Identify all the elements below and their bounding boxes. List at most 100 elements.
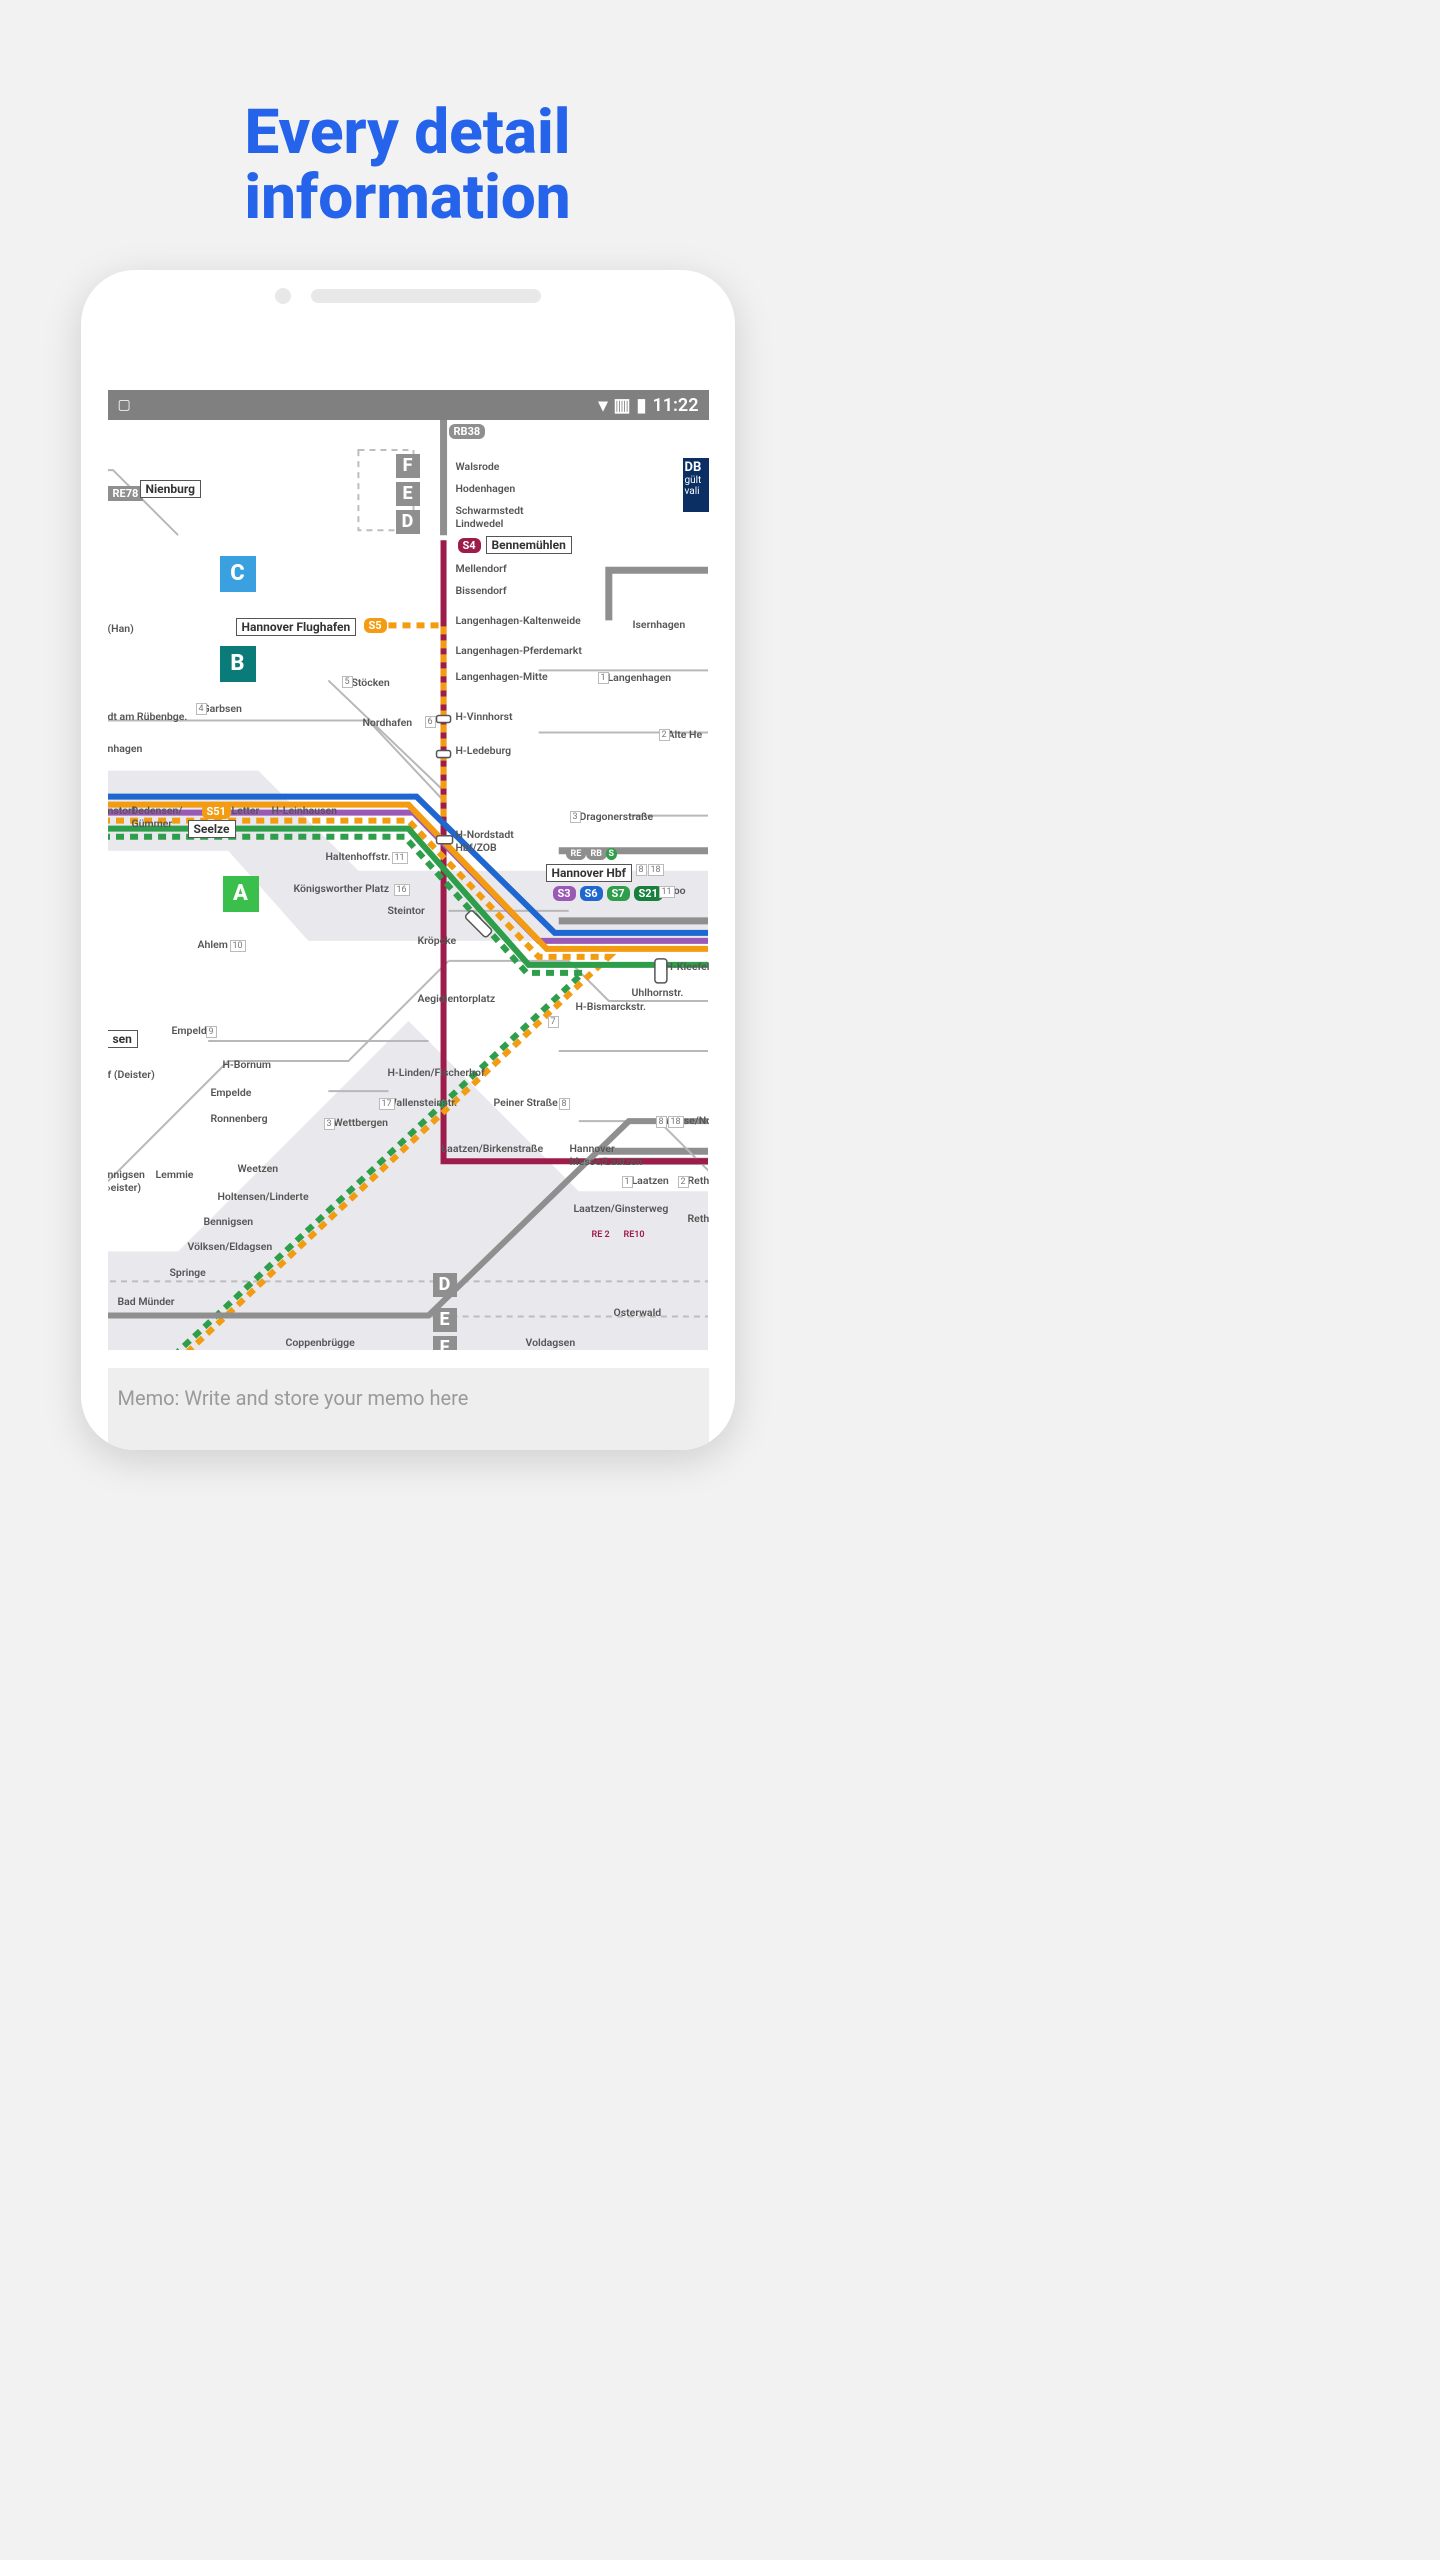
zone-d-top: D	[396, 510, 420, 534]
station-nienburg[interactable]: Nienburg	[140, 480, 201, 498]
phone-camera-dot	[275, 288, 291, 304]
st-fdeister[interactable]: f (Deister)	[108, 1068, 155, 1081]
st-wettbergen[interactable]: Wettbergen	[334, 1116, 389, 1129]
st-rethen2[interactable]: Rethe	[688, 1212, 709, 1225]
station-bennemuehlen[interactable]: Bennemühlen	[486, 536, 572, 554]
tram-4: 4	[196, 703, 207, 715]
zone-f-top: F	[396, 454, 420, 478]
tram-16: 16	[394, 884, 410, 896]
st-peiner[interactable]: Peiner Straße	[494, 1096, 558, 1109]
st-dragoner[interactable]: Dragonerstraße	[580, 810, 654, 823]
st-lm[interactable]: Langenhagen-Mitte	[456, 670, 548, 683]
st-bissendorf[interactable]: Bissendorf	[456, 584, 507, 597]
station-seelze[interactable]: Seelze	[188, 820, 236, 838]
phone-mockup: ▢ ▾ ▥ ▮ 11:22	[81, 270, 735, 1450]
station-hannover-flughafen[interactable]: Hannover Flughafen	[236, 618, 357, 636]
st-kroepcke[interactable]: Kröpcke	[418, 934, 457, 947]
tram-3b: 3	[570, 811, 581, 823]
st-lp[interactable]: Langenhagen-Pferdemarkt	[456, 644, 582, 657]
st-nhagen[interactable]: nhagen	[108, 742, 143, 755]
st-coppenbruegge[interactable]: Coppenbrügge	[286, 1336, 355, 1349]
st-garbsen[interactable]: Garbsen	[203, 702, 242, 715]
badge-re2: RE 2	[592, 1230, 610, 1240]
st-vinnhorst[interactable]: H-Vinnhorst	[456, 710, 513, 723]
transit-map[interactable]: RB38 RE78 DB gült vali F E D C B A D E F…	[108, 420, 709, 1350]
android-status-bar: ▢ ▾ ▥ ▮ 11:22	[108, 390, 709, 420]
station-hannover-hbf[interactable]: Hannover Hbf	[546, 864, 632, 882]
headline-line-1: Every detail	[0, 100, 815, 165]
st-lk[interactable]: Langenhagen-Kaltenweide	[456, 614, 581, 627]
st-stoecken[interactable]: Stöcken	[352, 676, 390, 689]
st-voelksen[interactable]: Völksen/Eldagsen	[188, 1240, 273, 1253]
station-sen[interactable]: sen	[108, 1030, 138, 1048]
st-hbornum[interactable]: H-Bornum	[223, 1058, 272, 1071]
status-right: ▾ ▥ ▮ 11:22	[598, 395, 698, 416]
st-weetzen[interactable]: Weetzen	[238, 1162, 279, 1175]
badge-re78: RE78	[108, 486, 144, 501]
tram-18b: 18	[668, 1116, 684, 1128]
st-lemmie[interactable]: Lemmie	[156, 1168, 194, 1181]
st-haltenhoff[interactable]: Haltenhoffstr.	[326, 850, 391, 863]
headline-line-2: information	[0, 165, 815, 230]
st-ledeburg[interactable]: H-Ledeburg	[456, 744, 512, 757]
st-mellendorf[interactable]: Mellendorf	[456, 562, 507, 575]
st-altehe[interactable]: Alte He	[668, 728, 703, 741]
st-steintor[interactable]: Steintor	[388, 904, 425, 917]
st-rethen1[interactable]: Reth	[688, 1174, 709, 1187]
st-dedensen[interactable]: Dedensen/ Gümmer	[132, 804, 183, 830]
st-empelde2[interactable]: Empelde	[211, 1086, 252, 1099]
tram-8: 8	[636, 864, 647, 876]
tram-17: 17	[379, 1098, 395, 1110]
st-messe[interactable]: Hannover Messe/Laatzen	[570, 1142, 643, 1168]
st-laatzen[interactable]: Laatzen	[632, 1174, 669, 1187]
zone-c: C	[220, 556, 256, 592]
st-aegi[interactable]: Aegidientorplatz	[418, 992, 496, 1005]
st-schwarmstedt[interactable]: Schwarmstedt Lindwedel	[456, 504, 524, 530]
line-s7: S7	[607, 886, 630, 901]
st-ahlem[interactable]: Ahlem	[198, 938, 228, 951]
st-laatzen-ginster[interactable]: Laatzen/Ginsterweg	[574, 1202, 669, 1215]
st-hodenhagen[interactable]: Hodenhagen	[456, 482, 516, 495]
db-badge: DB gült vali	[683, 458, 709, 512]
st-bismarck[interactable]: H-Bismarckstr.	[576, 1000, 646, 1013]
st-ruebenbge[interactable]: dt am Rübenbge.	[108, 710, 188, 723]
tram-2b: 2	[659, 729, 670, 741]
st-han[interactable]: (Han)	[108, 622, 134, 635]
st-laatzen-birken[interactable]: Laatzen/Birkenstraße	[442, 1142, 544, 1155]
st-nnigsen[interactable]: nnigsen ›eister)	[108, 1168, 145, 1194]
st-nordstadt[interactable]: H-Nordstadt Hbf/ZOB	[456, 828, 514, 854]
st-wallenstein[interactable]: Wallensteinstr.	[388, 1096, 458, 1109]
badge-rb38: RB38	[449, 424, 486, 439]
tram-8c: 8	[656, 1116, 667, 1128]
st-nordhafen[interactable]: Nordhafen	[363, 716, 413, 729]
st-walsrode[interactable]: Walsrode	[456, 460, 500, 473]
zone-d-bot: D	[433, 1273, 457, 1297]
no-sim-icon: ▥	[614, 395, 631, 416]
st-leinhausen[interactable]: H-Leinhausen	[272, 804, 337, 817]
st-isernhagen[interactable]: Isernhagen	[633, 618, 686, 631]
zone-a: A	[223, 876, 259, 912]
st-ronnenberg[interactable]: Ronnenberg	[211, 1112, 268, 1125]
zone-f-bot: F	[433, 1336, 457, 1350]
db-sub2: vali	[685, 486, 707, 497]
memo-input[interactable]: Memo: Write and store your memo here	[108, 1368, 709, 1450]
phone-top-bar	[81, 270, 735, 322]
tram-3: 3	[324, 1118, 335, 1130]
line-s3: S3	[553, 886, 576, 901]
wifi-icon: ▾	[598, 395, 607, 416]
st-koenigsw[interactable]: Königsworther Platz	[294, 882, 390, 895]
st-badmuender[interactable]: Bad Münder	[118, 1295, 175, 1308]
st-hlinfisch[interactable]: H-Linden/Fischerhof	[388, 1066, 485, 1079]
st-holtensen[interactable]: Holtensen/Linderte	[218, 1190, 309, 1203]
st-springe[interactable]: Springe	[170, 1266, 206, 1279]
zone-e-top: E	[396, 482, 420, 506]
tram-1b: 1	[622, 1176, 633, 1188]
st-langenhagen[interactable]: Langenhagen	[608, 671, 672, 684]
st-uhlhorns[interactable]: Uhlhornstr.	[632, 986, 684, 999]
st-voldagsen[interactable]: Voldagsen	[526, 1336, 576, 1349]
db-text: DB	[685, 460, 707, 475]
st-osterwald[interactable]: Osterwald	[614, 1306, 662, 1319]
st-letter[interactable]: Letter	[232, 804, 260, 817]
st-bennigsen[interactable]: Bennigsen	[204, 1215, 254, 1228]
st-kleefeld[interactable]: H-Kleefeld	[666, 960, 709, 973]
